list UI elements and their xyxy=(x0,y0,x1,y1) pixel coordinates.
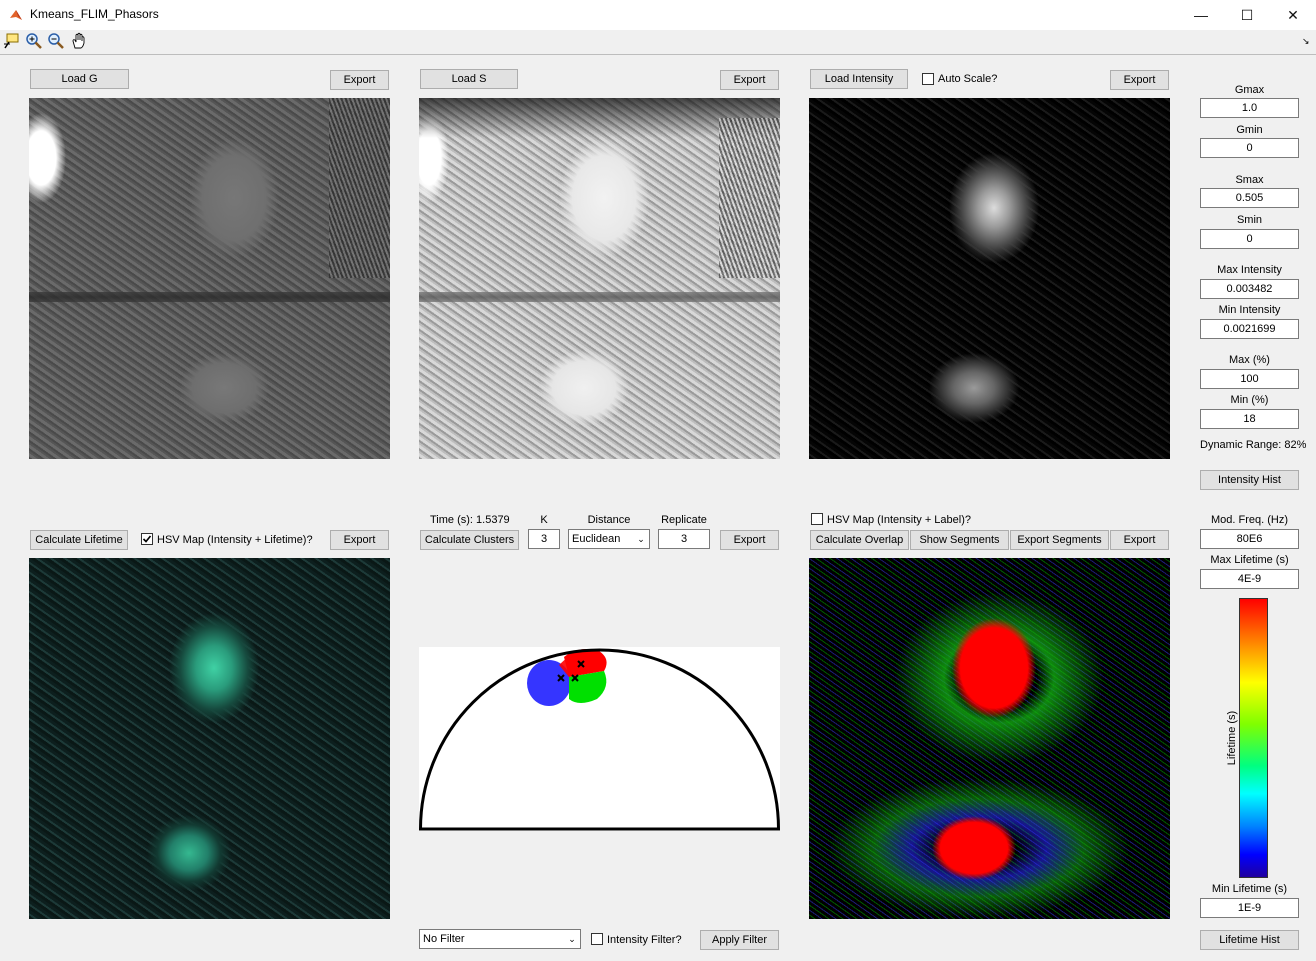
replicate-input[interactable]: 3 xyxy=(658,529,710,549)
export-segments-button[interactable]: Export Segments xyxy=(1010,530,1109,550)
max-pct-input[interactable]: 100 xyxy=(1200,369,1299,389)
pan-hand-icon[interactable] xyxy=(70,32,88,50)
smin-input[interactable]: 0 xyxy=(1200,229,1299,249)
calculate-lifetime-button[interactable]: Calculate Lifetime xyxy=(30,530,128,550)
intensity-filter-checkbox[interactable] xyxy=(591,933,603,945)
min-pct-label: Min (%) xyxy=(1230,394,1269,406)
title-bar xyxy=(0,0,1316,30)
minimize-button[interactable]: — xyxy=(1178,0,1224,30)
mod-freq-label: Mod. Freq. (Hz) xyxy=(1210,514,1288,526)
replicate-label: Replicate xyxy=(661,514,707,526)
lifetime-hist-button[interactable]: Lifetime Hist xyxy=(1200,930,1299,950)
dynamic-range-label: Dynamic Range: 82% xyxy=(1200,439,1307,451)
min-lifetime-label: Min Lifetime (s) xyxy=(1211,883,1288,895)
check-icon xyxy=(142,535,152,543)
max-lifetime-input[interactable]: 4E-9 xyxy=(1200,569,1299,589)
max-intensity-input[interactable]: 0.003482 xyxy=(1200,279,1299,299)
time-label: Time (s): 1.5379 xyxy=(430,514,510,526)
hsv-lifetime-checkbox[interactable] xyxy=(141,533,153,545)
maximize-button[interactable]: ☐ xyxy=(1224,0,1270,30)
auto-scale-checkbox[interactable] xyxy=(922,73,934,85)
export-s-button[interactable]: Export xyxy=(720,70,779,90)
max-intensity-label: Max Intensity xyxy=(1217,264,1282,276)
distance-select[interactable]: Euclidean ⌄ xyxy=(568,529,650,549)
intensity-filter-label: Intensity Filter? xyxy=(607,934,682,946)
smax-input[interactable]: 0.505 xyxy=(1200,188,1299,208)
distance-label: Distance xyxy=(587,514,631,526)
g-image xyxy=(29,98,390,459)
colorbar-axis-label: Lifetime (s) xyxy=(1226,710,1238,766)
show-segments-button[interactable]: Show Segments xyxy=(910,530,1009,550)
segment-overlay-image xyxy=(809,558,1170,919)
chevron-down-icon: ⌄ xyxy=(568,933,576,944)
apply-filter-button[interactable]: Apply Filter xyxy=(700,930,779,950)
hsv-lifetime-label: HSV Map (Intensity + Lifetime)? xyxy=(157,534,313,546)
zoom-out-icon[interactable] xyxy=(47,32,65,50)
filter-select[interactable]: No Filter ⌄ xyxy=(419,929,581,949)
s-image xyxy=(419,98,780,459)
gmax-input[interactable]: 1.0 xyxy=(1200,98,1299,118)
gmin-input[interactable]: 0 xyxy=(1200,138,1299,158)
load-g-button[interactable]: Load G xyxy=(30,69,129,89)
lifetime-colorbar xyxy=(1239,598,1268,878)
matlab-logo-icon xyxy=(10,10,22,20)
k-input[interactable]: 3 xyxy=(528,529,560,549)
intensity-image xyxy=(809,98,1170,459)
close-button[interactable]: ✕ xyxy=(1270,0,1316,30)
hsv-label-label: HSV Map (Intensity + Label)? xyxy=(827,514,971,526)
min-lifetime-input[interactable]: 1E-9 xyxy=(1200,898,1299,918)
hsv-label-checkbox[interactable] xyxy=(811,513,823,525)
auto-scale-label: Auto Scale? xyxy=(938,73,998,85)
zoom-in-icon[interactable] xyxy=(25,32,43,50)
export-cluster-button[interactable]: Export xyxy=(720,530,779,550)
chevron-down-icon: ⌄ xyxy=(637,533,645,544)
export-g-button[interactable]: Export xyxy=(330,70,389,90)
filter-select-value: No Filter xyxy=(423,933,465,945)
min-pct-input[interactable]: 18 xyxy=(1200,409,1299,429)
export-overlay-button[interactable]: Export xyxy=(1110,530,1169,550)
data-cursor-icon[interactable] xyxy=(3,32,21,50)
phasor-plot xyxy=(419,647,780,831)
export-lifetime-button[interactable]: Export xyxy=(330,530,389,550)
max-lifetime-label: Max Lifetime (s) xyxy=(1210,554,1289,566)
min-intensity-label: Min Intensity xyxy=(1218,304,1281,316)
max-pct-label: Max (%) xyxy=(1229,354,1270,366)
mod-freq-input[interactable]: 80E6 xyxy=(1200,529,1299,549)
calculate-overlap-button[interactable]: Calculate Overlap xyxy=(810,530,909,550)
export-intensity-button[interactable]: Export xyxy=(1110,70,1169,90)
k-label: K xyxy=(540,514,548,526)
intensity-hist-button[interactable]: Intensity Hist xyxy=(1200,470,1299,490)
figure-toolbar xyxy=(0,30,1316,55)
gmin-label: Gmin xyxy=(1236,124,1263,136)
smin-label: Smin xyxy=(1236,214,1263,226)
toolbar-overflow-icon[interactable]: ↘ xyxy=(1302,36,1310,47)
load-s-button[interactable]: Load S xyxy=(420,69,518,89)
min-intensity-input[interactable]: 0.0021699 xyxy=(1200,319,1299,339)
gmax-label: Gmax xyxy=(1234,84,1265,96)
lifetime-image xyxy=(29,558,390,919)
smax-label: Smax xyxy=(1235,174,1264,186)
load-intensity-button[interactable]: Load Intensity xyxy=(810,69,908,89)
distance-select-value: Euclidean xyxy=(572,533,621,545)
window-title: Kmeans_FLIM_Phasors xyxy=(30,7,159,21)
calculate-clusters-button[interactable]: Calculate Clusters xyxy=(420,530,519,550)
